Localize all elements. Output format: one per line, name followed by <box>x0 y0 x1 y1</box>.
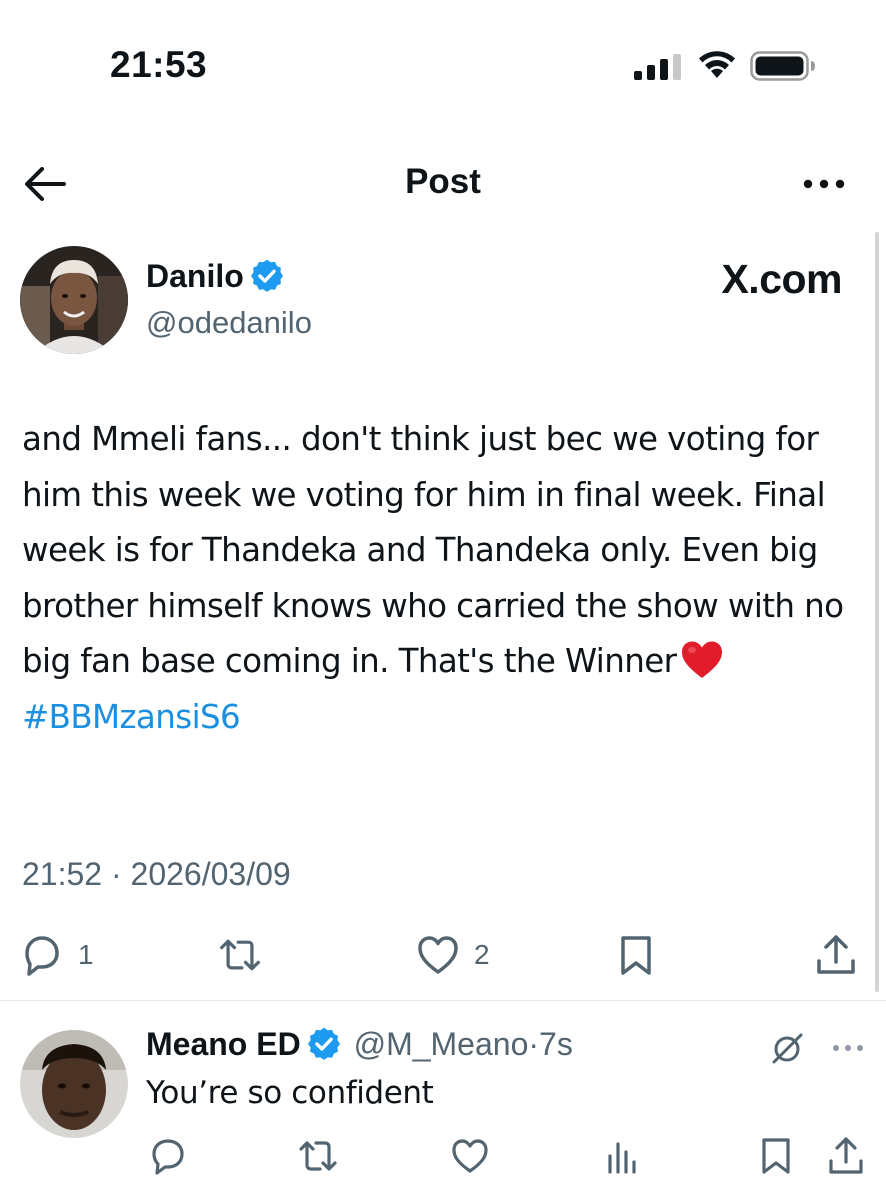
reply-icon <box>152 1139 184 1175</box>
post-text: and Mmeli fans... don't think just bec w… <box>22 412 862 745</box>
reply-text: You’re so confident <box>146 1075 434 1111</box>
reply-count: 1 <box>78 939 94 970</box>
cellular-signal-icon <box>634 54 681 80</box>
repost-icon <box>220 939 260 971</box>
like-count: 2 <box>474 939 490 970</box>
battery-icon <box>750 51 815 81</box>
verified-badge-icon <box>307 1027 340 1060</box>
reply-button[interactable]: 1 <box>20 930 94 980</box>
share-button[interactable] <box>814 930 858 980</box>
author-avatar[interactable] <box>20 246 128 354</box>
reply-author-avatar[interactable] <box>20 1030 128 1138</box>
bookmark-icon <box>762 1138 790 1174</box>
reply-action-bar <box>0 1136 886 1180</box>
share-icon <box>829 1137 863 1174</box>
reply-views-button[interactable] <box>602 1136 642 1176</box>
reply-bookmark-button[interactable] <box>756 1136 796 1176</box>
reply-author-handle[interactable]: @M_Meano <box>354 1026 529 1062</box>
red-heart-emoji-icon <box>682 641 723 678</box>
reply-repost-button[interactable] <box>298 1136 338 1176</box>
post-timestamp[interactable]: 21:52 · 2026/03/09 <box>22 856 291 893</box>
post-header: Post <box>0 150 886 220</box>
bookmark-button[interactable] <box>614 930 658 980</box>
reply-author-name[interactable]: Meano ED <box>146 1026 301 1062</box>
heart-icon <box>452 1139 488 1173</box>
more-horizontal-icon[interactable] <box>830 1040 866 1056</box>
post-action-bar: 1 2 <box>0 930 886 980</box>
divider <box>0 1000 886 1001</box>
reply-time[interactable]: 7s <box>539 1026 573 1062</box>
repost-icon <box>299 1141 337 1171</box>
reply-like-button[interactable] <box>450 1136 490 1176</box>
page-title: Post <box>405 162 481 201</box>
author-name[interactable]: Danilo <box>146 258 284 295</box>
reply-icon <box>25 936 59 976</box>
status-bar: 21:53 <box>0 0 886 130</box>
verified-badge-icon <box>250 259 283 292</box>
reply-separator: · <box>528 1026 540 1062</box>
scrollbar[interactable] <box>875 232 879 992</box>
reply-header: Meano ED @M_Meano·7s <box>146 1026 573 1063</box>
status-time: 21:53 <box>110 44 208 85</box>
reply-reply-button[interactable] <box>148 1136 188 1176</box>
heart-icon <box>418 936 458 974</box>
more-horizontal-icon[interactable] <box>800 172 848 196</box>
x-logo-watermark: X.com <box>721 256 842 302</box>
wifi-icon <box>699 51 735 78</box>
author-handle[interactable]: @odedanilo <box>146 305 312 341</box>
share-icon <box>817 935 855 974</box>
repost-button[interactable] <box>218 930 276 980</box>
bookmark-icon <box>621 936 651 975</box>
author-name-text: Danilo <box>146 258 244 294</box>
grok-icon[interactable] <box>770 1030 806 1066</box>
reply-share-button[interactable] <box>826 1136 866 1176</box>
like-button[interactable]: 2 <box>416 930 490 980</box>
views-chart-icon <box>608 1142 636 1174</box>
hashtag-link[interactable]: #BBMzansiS6 <box>22 690 862 746</box>
